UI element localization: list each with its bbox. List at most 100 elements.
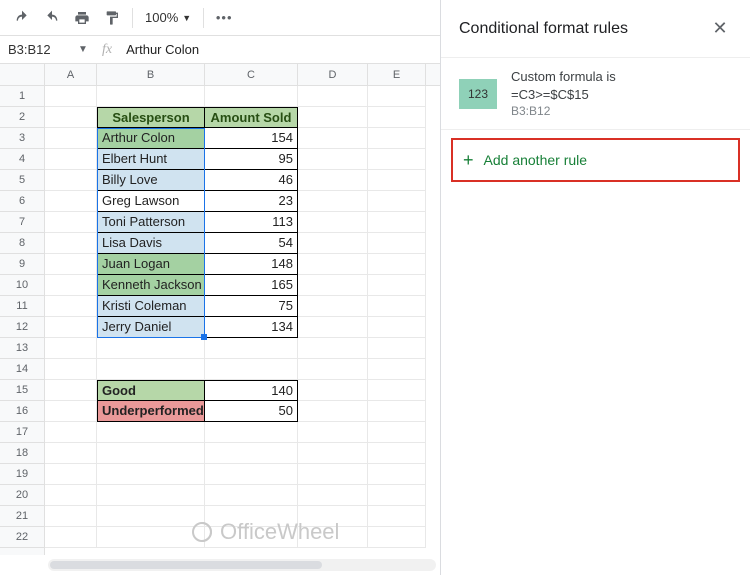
cell-B18[interactable] bbox=[97, 443, 205, 464]
cell-A3[interactable] bbox=[45, 128, 97, 149]
cell-E1[interactable] bbox=[368, 86, 426, 107]
row-6[interactable]: 6 bbox=[0, 191, 44, 212]
cell-C14[interactable] bbox=[205, 359, 298, 380]
cell-D6[interactable] bbox=[298, 191, 368, 212]
cell-D2[interactable] bbox=[298, 107, 368, 128]
cell-C4[interactable]: 95 bbox=[205, 149, 298, 170]
cell-A7[interactable] bbox=[45, 212, 97, 233]
cell-D13[interactable] bbox=[298, 338, 368, 359]
row-17[interactable]: 17 bbox=[0, 422, 44, 443]
cell-D11[interactable] bbox=[298, 296, 368, 317]
cell-B4[interactable]: Elbert Hunt bbox=[97, 149, 205, 170]
cell-B2[interactable]: Salesperson bbox=[97, 107, 205, 128]
cell-A16[interactable] bbox=[45, 401, 97, 422]
cell-E6[interactable] bbox=[368, 191, 426, 212]
redo-button[interactable] bbox=[38, 4, 66, 32]
print-button[interactable] bbox=[68, 4, 96, 32]
cell-B1[interactable] bbox=[97, 86, 205, 107]
cell-C22[interactable] bbox=[205, 527, 298, 548]
cell-E8[interactable] bbox=[368, 233, 426, 254]
paint-format-button[interactable] bbox=[98, 4, 126, 32]
cell-A14[interactable] bbox=[45, 359, 97, 380]
row-18[interactable]: 18 bbox=[0, 443, 44, 464]
cell-D4[interactable] bbox=[298, 149, 368, 170]
cell-E13[interactable] bbox=[368, 338, 426, 359]
cell-D12[interactable] bbox=[298, 317, 368, 338]
row-5[interactable]: 5 bbox=[0, 170, 44, 191]
cell-A4[interactable] bbox=[45, 149, 97, 170]
cell-D22[interactable] bbox=[298, 527, 368, 548]
cell-B20[interactable] bbox=[97, 485, 205, 506]
cell-C20[interactable] bbox=[205, 485, 298, 506]
cell-C6[interactable]: 23 bbox=[205, 191, 298, 212]
cell-E10[interactable] bbox=[368, 275, 426, 296]
cell-E2[interactable] bbox=[368, 107, 426, 128]
row-3[interactable]: 3 bbox=[0, 128, 44, 149]
row-21[interactable]: 21 bbox=[0, 506, 44, 527]
name-box[interactable] bbox=[0, 38, 78, 62]
cell-D15[interactable] bbox=[298, 380, 368, 401]
cell-C21[interactable] bbox=[205, 506, 298, 527]
cell-D3[interactable] bbox=[298, 128, 368, 149]
cell-B10[interactable]: Kenneth Jackson bbox=[97, 275, 205, 296]
row-8[interactable]: 8 bbox=[0, 233, 44, 254]
cell-grid[interactable]: SalespersonAmount SoldArthur Colon154Elb… bbox=[45, 86, 440, 555]
row-1[interactable]: 1 bbox=[0, 86, 44, 107]
cell-C2[interactable]: Amount Sold bbox=[205, 107, 298, 128]
cell-E16[interactable] bbox=[368, 401, 426, 422]
cell-A11[interactable] bbox=[45, 296, 97, 317]
cell-C19[interactable] bbox=[205, 464, 298, 485]
cell-B21[interactable] bbox=[97, 506, 205, 527]
col-C[interactable]: C bbox=[205, 64, 298, 85]
cell-E4[interactable] bbox=[368, 149, 426, 170]
cell-E14[interactable] bbox=[368, 359, 426, 380]
col-B[interactable]: B bbox=[97, 64, 205, 85]
cell-C5[interactable]: 46 bbox=[205, 170, 298, 191]
scroll-thumb[interactable] bbox=[50, 561, 322, 569]
cell-B16[interactable]: Underperformed bbox=[97, 401, 205, 422]
cell-C18[interactable] bbox=[205, 443, 298, 464]
cell-B6[interactable]: Greg Lawson bbox=[97, 191, 205, 212]
cell-D16[interactable] bbox=[298, 401, 368, 422]
cell-C12[interactable]: 134 bbox=[205, 317, 298, 338]
row-13[interactable]: 13 bbox=[0, 338, 44, 359]
row-4[interactable]: 4 bbox=[0, 149, 44, 170]
cell-D21[interactable] bbox=[298, 506, 368, 527]
cell-A22[interactable] bbox=[45, 527, 97, 548]
cell-B3[interactable]: Arthur Colon bbox=[97, 128, 205, 149]
cell-D18[interactable] bbox=[298, 443, 368, 464]
cell-C16[interactable]: 50 bbox=[205, 401, 298, 422]
namebox-dropdown[interactable]: ▼ bbox=[78, 44, 92, 55]
undo-button[interactable] bbox=[8, 4, 36, 32]
cell-A10[interactable] bbox=[45, 275, 97, 296]
cell-E21[interactable] bbox=[368, 506, 426, 527]
cell-B11[interactable]: Kristi Coleman bbox=[97, 296, 205, 317]
row-19[interactable]: 19 bbox=[0, 464, 44, 485]
cell-D17[interactable] bbox=[298, 422, 368, 443]
horizontal-scrollbar[interactable] bbox=[48, 559, 436, 571]
cell-C9[interactable]: 148 bbox=[205, 254, 298, 275]
cell-C3[interactable]: 154 bbox=[205, 128, 298, 149]
cell-E7[interactable] bbox=[368, 212, 426, 233]
cell-A9[interactable] bbox=[45, 254, 97, 275]
cell-C15[interactable]: 140 bbox=[205, 380, 298, 401]
cell-D1[interactable] bbox=[298, 86, 368, 107]
cell-D10[interactable] bbox=[298, 275, 368, 296]
cell-E20[interactable] bbox=[368, 485, 426, 506]
cell-C10[interactable]: 165 bbox=[205, 275, 298, 296]
cell-E11[interactable] bbox=[368, 296, 426, 317]
add-another-rule-button[interactable]: + Add another rule bbox=[451, 138, 740, 182]
cell-A21[interactable] bbox=[45, 506, 97, 527]
cell-E5[interactable] bbox=[368, 170, 426, 191]
cell-C13[interactable] bbox=[205, 338, 298, 359]
cell-A20[interactable] bbox=[45, 485, 97, 506]
cell-A19[interactable] bbox=[45, 464, 97, 485]
cell-B14[interactable] bbox=[97, 359, 205, 380]
cell-A5[interactable] bbox=[45, 170, 97, 191]
select-all-corner[interactable] bbox=[0, 64, 45, 85]
cell-C1[interactable] bbox=[205, 86, 298, 107]
cell-B19[interactable] bbox=[97, 464, 205, 485]
cell-D9[interactable] bbox=[298, 254, 368, 275]
row-22[interactable]: 22 bbox=[0, 527, 44, 548]
cell-D5[interactable] bbox=[298, 170, 368, 191]
